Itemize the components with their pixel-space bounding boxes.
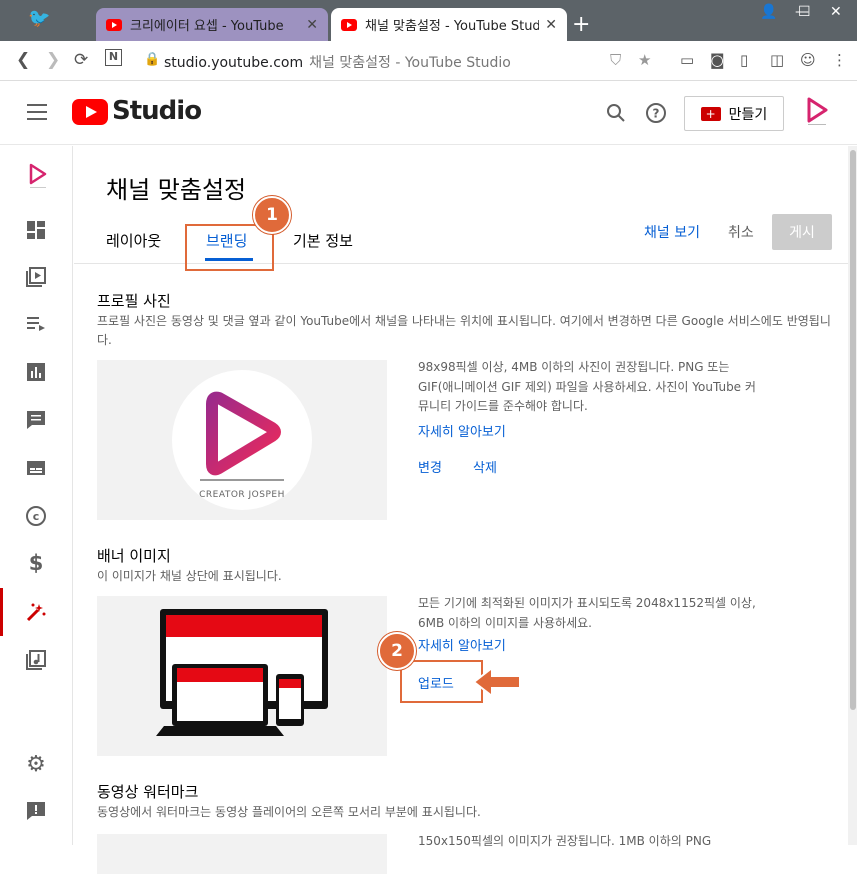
- close-icon[interactable]: ✕: [545, 17, 557, 33]
- restore-icon[interactable]: ☐: [798, 4, 811, 20]
- video-icon[interactable]: ▭: [680, 51, 694, 69]
- view-channel-link[interactable]: 채널 보기: [644, 222, 700, 242]
- browser-tab-2[interactable]: 채널 맞춤설정 - YouTube Studio ✕: [331, 8, 567, 41]
- copyright-icon[interactable]: c: [24, 504, 48, 528]
- browser-titlebar: 🐦 크리에이터 요셉 - YouTube ✕ 채널 맞춤설정 - YouTube…: [0, 0, 857, 41]
- help-icon[interactable]: ?: [645, 102, 667, 124]
- channel-logo-caption: CREATOR JOSPEH: [199, 490, 285, 500]
- watermark-requirements: 150x150픽셀의 이미지가 권장됩니다. 1MB 이하의 PNG: [418, 834, 712, 848]
- youtube-favicon-icon: [341, 18, 357, 31]
- sidebar: c $ ⚙: [0, 146, 73, 845]
- new-tab-icon[interactable]: +: [572, 12, 590, 37]
- annotation-box-1: [185, 224, 274, 271]
- tab-title: 채널 맞춤설정 - YouTube Studio: [365, 19, 540, 34]
- url-domain: studio.youtube.com: [164, 55, 304, 71]
- create-label: 만들기: [728, 106, 768, 123]
- annotation-step-2: 2: [378, 632, 416, 670]
- annotation-arrow-icon: [472, 665, 521, 699]
- close-icon[interactable]: ✕: [306, 17, 318, 33]
- profile-learn-more-link[interactable]: 자세히 알아보기: [418, 421, 506, 440]
- url-title: 채널 맞춤설정 - YouTube Studio: [309, 55, 511, 71]
- close-window-icon[interactable]: ✕: [830, 4, 842, 20]
- account-avatar-icon[interactable]: [803, 96, 831, 128]
- youtube-logo-icon[interactable]: [72, 99, 108, 125]
- camera-icon[interactable]: ◙: [710, 51, 725, 69]
- studio-logo-text[interactable]: Studio: [112, 96, 202, 126]
- svg-text:c: c: [33, 510, 40, 523]
- channel-logo-image: [172, 370, 312, 510]
- analytics-icon[interactable]: [24, 360, 48, 384]
- banner-learn-more-link[interactable]: 자세히 알아보기: [418, 635, 506, 654]
- browser-tab-1[interactable]: 크리에이터 요셉 - YouTube ✕: [96, 8, 328, 41]
- banner-section-desc: 이 이미지가 채널 상단에 표시됩니다.: [97, 569, 282, 583]
- monetization-icon[interactable]: $: [24, 551, 48, 575]
- naver-icon[interactable]: N: [105, 49, 122, 66]
- twitter-bird-icon: 🐦: [28, 8, 51, 29]
- profile-requirements: 98x98픽셀 이상, 4MB 이하의 사진이 권장됩니다. PNG 또는 GI…: [418, 360, 756, 413]
- tab-layout[interactable]: 레이아웃: [106, 230, 161, 251]
- bookmark-star-icon[interactable]: ★: [638, 51, 651, 69]
- watermark-section-desc: 동영상에서 워터마크는 동영상 플레이어의 오른쪽 모서리 부분에 표시됩니다.: [97, 805, 481, 819]
- channel-avatar-icon[interactable]: [26, 162, 50, 192]
- devices-illustration: [156, 609, 328, 736]
- search-icon[interactable]: [606, 103, 626, 123]
- hamburger-menu-icon[interactable]: [27, 104, 47, 120]
- youtube-favicon-icon: [106, 18, 122, 31]
- annotation-step-1: 1: [253, 196, 291, 234]
- content-icon[interactable]: [24, 265, 48, 289]
- studio-header: Studio ? + 만들기: [0, 82, 857, 145]
- active-indicator: [0, 588, 3, 636]
- back-icon[interactable]: ❮: [16, 50, 30, 70]
- audio-library-icon[interactable]: [24, 648, 48, 672]
- banner-section-title: 배너 이미지: [97, 547, 171, 565]
- dashboard-icon[interactable]: [24, 218, 48, 242]
- forward-icon[interactable]: ❯: [46, 50, 60, 70]
- scrollbar-thumb[interactable]: [850, 150, 856, 710]
- svg-text:?: ?: [653, 107, 660, 121]
- watermark-section-title: 동영상 워터마크: [97, 783, 199, 801]
- reader-icon[interactable]: ▯: [740, 51, 748, 69]
- annotation-box-2: [400, 660, 483, 703]
- settings-icon[interactable]: ⚙: [24, 752, 48, 777]
- menu-dots-icon[interactable]: ⋮: [832, 51, 847, 69]
- customization-icon[interactable]: [24, 600, 48, 624]
- create-button[interactable]: + 만들기: [684, 96, 784, 131]
- create-video-icon: +: [700, 106, 721, 121]
- tab-basic-info[interactable]: 기본 정보: [293, 230, 353, 251]
- publish-button[interactable]: 게시: [772, 214, 832, 250]
- lock-icon[interactable]: 🔒: [144, 52, 160, 67]
- delete-button[interactable]: 삭제: [473, 457, 497, 476]
- playlists-icon[interactable]: [24, 312, 48, 336]
- reload-icon[interactable]: ⟳: [74, 50, 88, 70]
- watermark-preview: [97, 834, 387, 874]
- feedback-icon[interactable]: [24, 799, 48, 823]
- subtitles-icon[interactable]: [24, 456, 48, 480]
- profile-section-title: 프로필 사진: [97, 292, 171, 310]
- change-button[interactable]: 변경: [418, 457, 442, 476]
- sidebar-icon[interactable]: ◫: [770, 51, 784, 69]
- address-bar: ❮ ❯ ⟳ N 🔒 studio.youtube.com 채널 맞춤설정 - Yo…: [0, 41, 857, 81]
- tab-title: 크리에이터 요셉 - YouTube: [130, 19, 284, 34]
- profile-section-desc: 프로필 사진은 동영상 및 댓글 옆과 같이 YouTube에서 채널을 나타내…: [97, 314, 831, 347]
- page-title: 채널 맞춤설정: [106, 176, 247, 204]
- shield-icon[interactable]: ⛉: [610, 51, 621, 69]
- url-field[interactable]: studio.youtube.com 채널 맞춤설정 - YouTube Stud…: [164, 52, 511, 72]
- account-icon[interactable]: 👤: [760, 4, 777, 20]
- comments-icon[interactable]: [24, 408, 48, 432]
- cancel-button[interactable]: 취소: [728, 222, 754, 242]
- banner-requirements: 모든 기기에 최적화된 이미지가 표시되도록 2048x1152픽셀 이상, 6…: [418, 596, 756, 630]
- profile-preview: CREATOR JOSPEH: [97, 360, 387, 520]
- profile-icon[interactable]: ☺: [800, 51, 816, 69]
- banner-preview: [97, 596, 387, 756]
